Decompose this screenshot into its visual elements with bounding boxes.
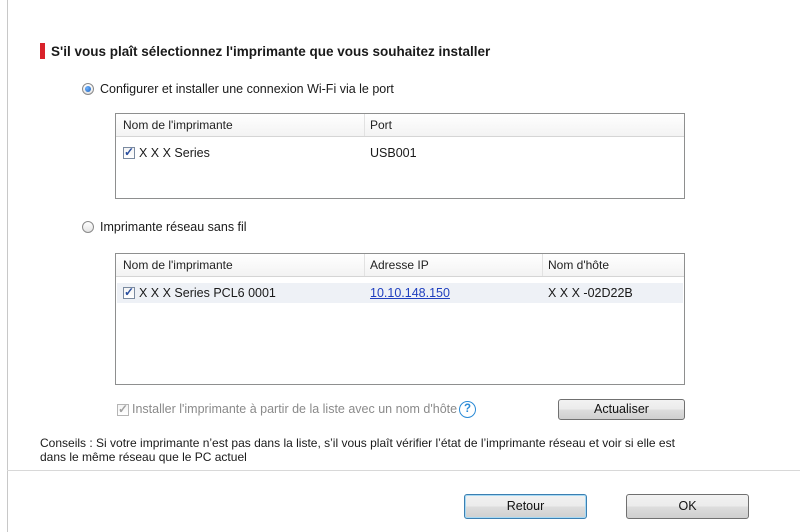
table-row[interactable]: X X X Series USB001 [117, 143, 683, 163]
radio-unselected-icon[interactable] [82, 221, 94, 233]
radio-wifi-via-port[interactable]: Configurer et installer une connexion Wi… [82, 80, 394, 98]
back-button[interactable]: Retour [464, 494, 587, 519]
printer-name-cell: X X X Series PCL6 0001 [139, 286, 276, 300]
footer-divider [7, 470, 800, 471]
column-header-printer-name[interactable]: Nom de l'imprimante [123, 114, 233, 136]
column-header-ip-address[interactable]: Adresse IP [370, 254, 429, 276]
network-printer-list[interactable]: Nom de l'imprimante Adresse IP Nom d'hôt… [115, 253, 685, 385]
radio-wifi-via-port-label: Configurer et installer une connexion Wi… [100, 82, 394, 96]
column-header-printer-name[interactable]: Nom de l'imprimante [123, 254, 233, 276]
tip-line-2: dans le même réseau que le PC actuel [40, 450, 247, 464]
table-row[interactable]: X X X Series PCL6 0001 10.10.148.150 X X… [117, 283, 683, 303]
tip-text: Conseils : Si votre imprimante n’est pas… [40, 436, 675, 464]
tip-line-1: Conseils : Si votre imprimante n’est pas… [40, 436, 675, 450]
column-header-hostname[interactable]: Nom d'hôte [548, 254, 609, 276]
help-icon[interactable]: ? [459, 401, 476, 418]
radio-selected-icon[interactable] [82, 83, 94, 95]
port-list-header: Nom de l'imprimante Port [116, 114, 684, 137]
column-separator[interactable] [364, 114, 365, 136]
heading-accent-bar [40, 43, 45, 59]
ip-address-link[interactable]: 10.10.148.150 [370, 283, 450, 303]
section-heading: S'il vous plaît sélectionnez l'imprimant… [40, 41, 490, 61]
printer-name-cell: X X X Series [139, 146, 210, 160]
column-header-port[interactable]: Port [370, 114, 392, 136]
radio-wireless-network-label: Imprimante réseau sans fil [100, 220, 247, 234]
column-separator[interactable] [542, 254, 543, 276]
port-cell: USB001 [370, 146, 417, 160]
heading-text: S'il vous plaît sélectionnez l'imprimant… [51, 43, 491, 59]
hostname-cell: X X X -02D22B [548, 286, 633, 300]
ok-button[interactable]: OK [626, 494, 749, 519]
radio-wireless-network[interactable]: Imprimante réseau sans fil [82, 218, 247, 236]
column-separator[interactable] [364, 254, 365, 276]
window-left-edge [7, 0, 8, 532]
install-by-hostname-checkbox[interactable] [117, 402, 129, 416]
port-printer-list[interactable]: Nom de l'imprimante Port X X X Series US… [115, 113, 685, 199]
network-list-header: Nom de l'imprimante Adresse IP Nom d'hôt… [116, 254, 684, 277]
refresh-button[interactable]: Actualiser [558, 399, 685, 420]
checkbox-checked-icon[interactable] [123, 285, 135, 299]
install-by-hostname-label: Installer l'imprimante à partir de la li… [132, 402, 458, 416]
checkbox-checked-icon[interactable] [123, 145, 135, 159]
